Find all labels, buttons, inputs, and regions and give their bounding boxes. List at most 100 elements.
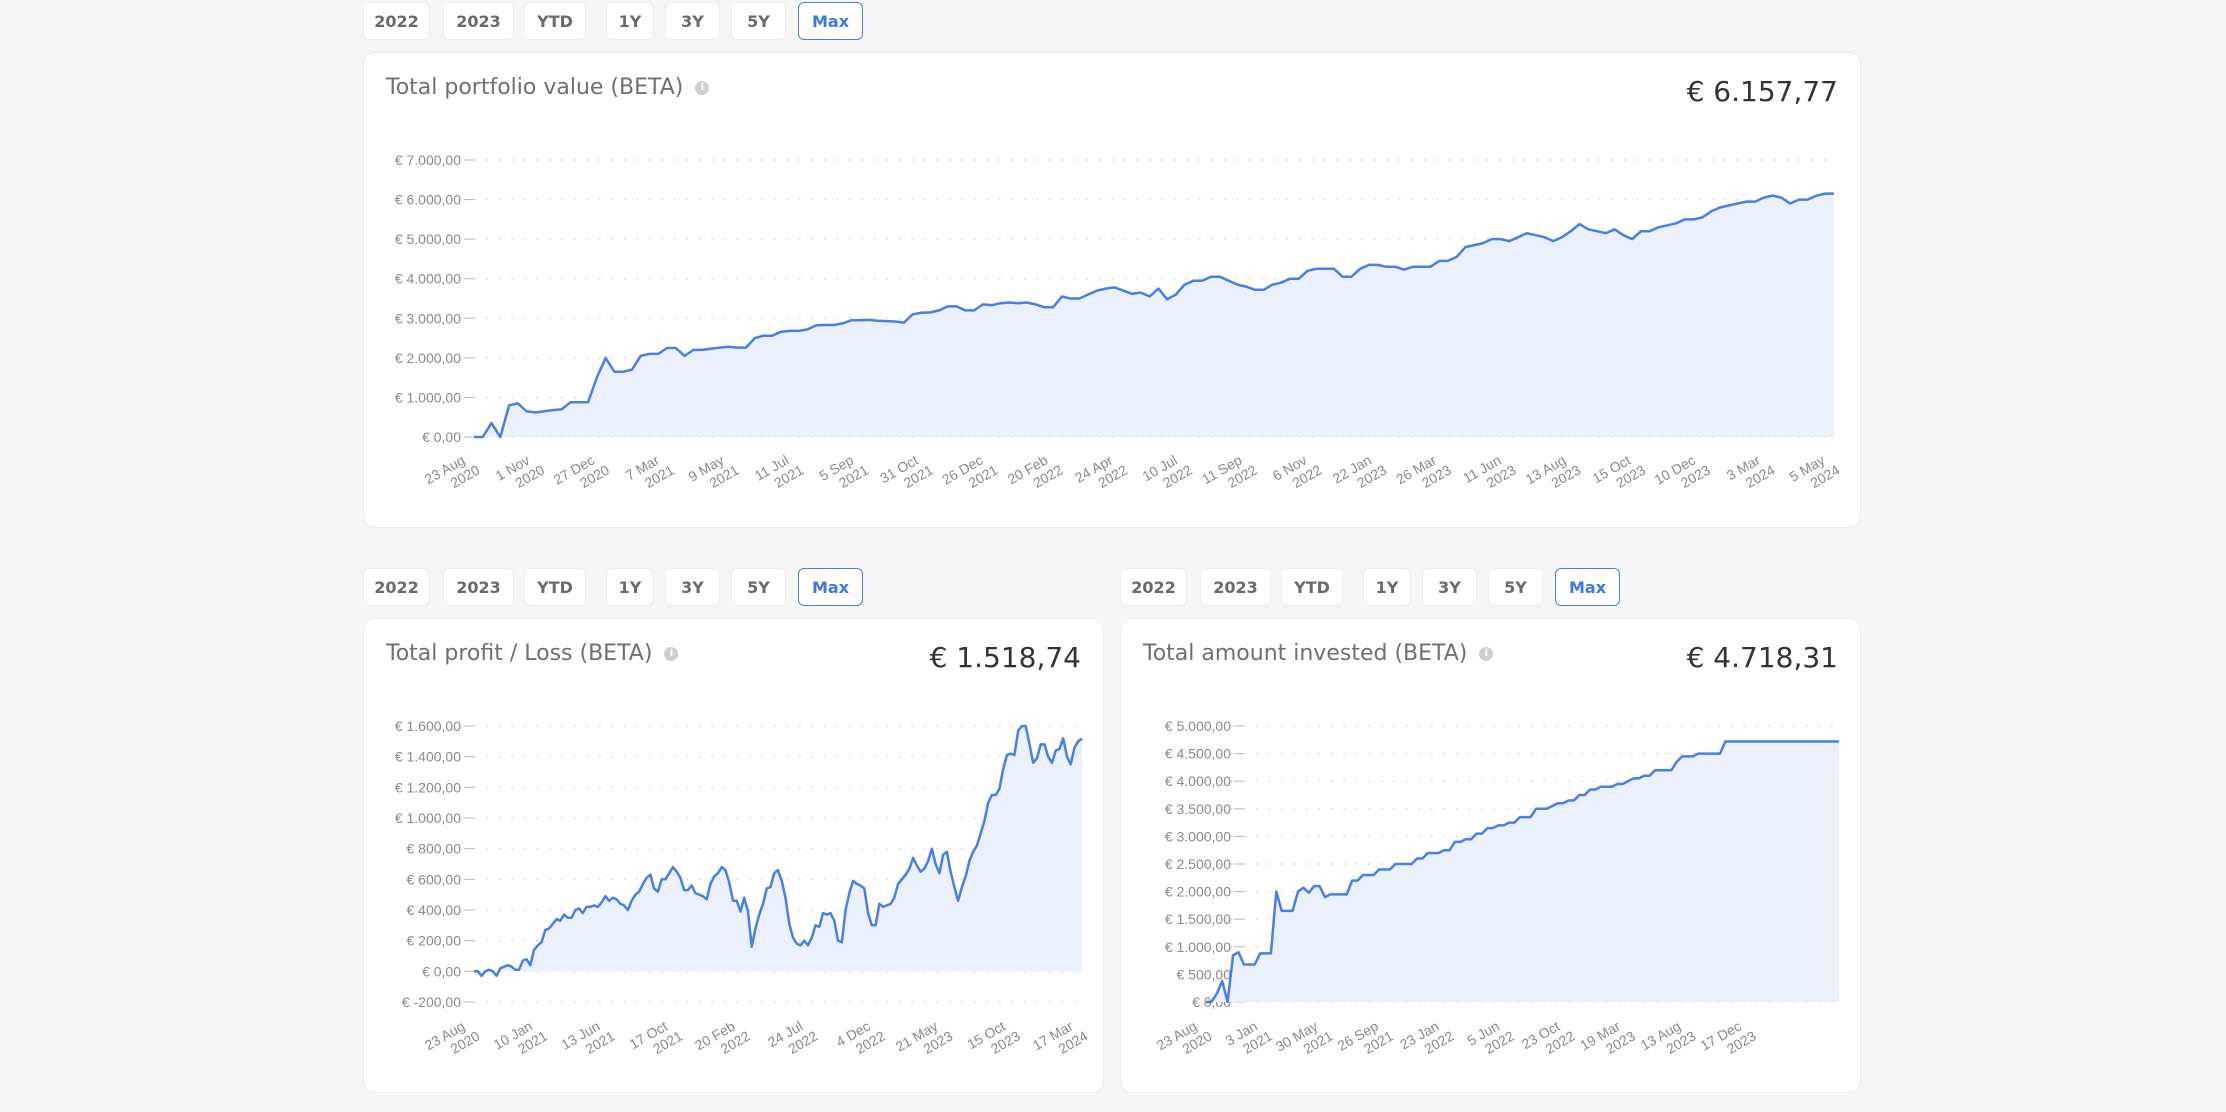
- y-tick-label: € 3.000,00: [1165, 828, 1231, 844]
- x-tick-label: 23 Aug2020: [1154, 1018, 1215, 1057]
- x-tick-label: 5 Jun2022: [1464, 1018, 1517, 1057]
- x-tick-label: 1 Nov2020: [493, 452, 548, 491]
- range-button-ytd[interactable]: YTD: [524, 568, 586, 606]
- y-tick-label: € 2.000,00: [1165, 884, 1231, 900]
- series-area: [474, 726, 1082, 976]
- y-tick-label: € 500,00: [1177, 966, 1232, 982]
- x-tick-label: 23 Oct2022: [1519, 1018, 1578, 1057]
- x-tick-label: 3 Jan2021: [1222, 1018, 1275, 1057]
- y-tick-label: € 800,00: [407, 841, 462, 857]
- x-tick-label: 31 Oct2021: [877, 452, 936, 491]
- x-tick-label: 24 Jul2022: [765, 1018, 820, 1057]
- series-area: [474, 193, 1834, 437]
- y-tick-label: € 2.500,00: [1165, 856, 1231, 872]
- y-tick-label: € 600,00: [407, 871, 462, 887]
- range-button-1y[interactable]: 1Y: [606, 2, 654, 40]
- y-tick-label: € 1.200,00: [395, 779, 461, 795]
- x-tick-label: 13 Jun2021: [558, 1018, 618, 1057]
- range-button-5y[interactable]: 5Y: [731, 2, 786, 40]
- x-tick-label: 26 Mar2023: [1393, 452, 1454, 491]
- y-tick-label: € 5.000,00: [1165, 718, 1231, 734]
- x-tick-label: 19 Mar2023: [1577, 1018, 1638, 1057]
- x-tick-label: 3 Mar2024: [1724, 452, 1778, 491]
- x-tick-label: 9 May2021: [686, 452, 742, 491]
- y-tick-label: € 1.600,00: [395, 718, 461, 734]
- range-button-3y[interactable]: 3Y: [665, 568, 720, 606]
- x-tick-label: 10 Jan2021: [491, 1018, 551, 1057]
- range-button-max[interactable]: Max: [798, 2, 863, 40]
- y-tick-label: € 5.000,00: [395, 231, 461, 247]
- range-button-ytd[interactable]: YTD: [1281, 568, 1343, 606]
- y-tick-label: € 1.400,00: [395, 749, 461, 765]
- y-tick-label: € 4.000,00: [1165, 773, 1231, 789]
- y-tick-label: € 0,00: [422, 429, 461, 445]
- y-tick-label: € 200,00: [407, 933, 462, 949]
- x-tick-label: 26 Sep2021: [1335, 1018, 1397, 1057]
- x-tick-label: 17 Dec2023: [1697, 1018, 1759, 1057]
- range-button-2022[interactable]: 2022: [1120, 568, 1187, 606]
- range-button-max[interactable]: Max: [798, 568, 863, 606]
- x-tick-label: 5 May2024: [1786, 452, 1842, 491]
- y-tick-label: € 3.000,00: [395, 310, 461, 326]
- portfolio-chart: € 0,00 € 1.000,00 € 2.000,00 € 3.000,00 € 4.…: [395, 152, 1843, 491]
- x-tick-label: 11 Jun2023: [1460, 452, 1519, 491]
- x-tick-label: 7 Mar2021: [623, 452, 677, 491]
- y-tick-label: € 0,00: [422, 963, 461, 979]
- x-tick-label: 27 Dec2020: [551, 452, 613, 491]
- x-tick-label: 20 Feb2022: [692, 1018, 753, 1057]
- y-tick-label: € 6.000,00: [395, 192, 461, 208]
- x-tick-label: 20 Feb2022: [1005, 452, 1066, 491]
- x-tick-label: 11 Sep2022: [1199, 452, 1260, 491]
- x-tick-label: 11 Jul2021: [752, 452, 807, 491]
- range-button-2023[interactable]: 2023: [1200, 568, 1271, 606]
- y-tick-label: € 4.500,00: [1165, 746, 1231, 762]
- x-tick-label: 13 Aug2023: [1638, 1018, 1699, 1057]
- range-button-1y[interactable]: 1Y: [1363, 568, 1411, 606]
- y-tick-label: € 1.000,00: [395, 810, 461, 826]
- x-tick-label: 23 Jan2022: [1397, 1018, 1457, 1057]
- x-tick-label: 15 Oct2023: [1589, 452, 1648, 491]
- profit-loss-card: Total profit / Loss (BETA) i € 1.518,74 …: [363, 618, 1104, 1093]
- invested-chart: € 0,00€ 500,00€ 1.000,00€ 1.500,00€ 2.00…: [1154, 718, 1839, 1057]
- y-tick-label: € 4.000,00: [395, 271, 461, 287]
- x-tick-label: 10 Jul2022: [1140, 452, 1195, 491]
- y-tick-label: € 1.000,00: [1165, 939, 1231, 955]
- range-button-ytd[interactable]: YTD: [524, 2, 586, 40]
- x-tick-label: 15 Oct2023: [964, 1018, 1023, 1057]
- range-button-2022[interactable]: 2022: [363, 568, 430, 606]
- range-button-max[interactable]: Max: [1555, 568, 1620, 606]
- x-tick-label: 23 Aug2020: [422, 452, 483, 491]
- x-tick-label: 13 Aug2023: [1523, 452, 1584, 491]
- profit-chart: € -200,00 € 0,00 € 200,00 € 400,00 € 600,00 €…: [395, 718, 1091, 1057]
- x-tick-label: 17 Oct2021: [626, 1018, 685, 1057]
- y-tick-label: € 1.500,00: [1165, 911, 1231, 927]
- amount-invested-card: Total amount invested (BETA) i € 4.718,3…: [1120, 618, 1861, 1093]
- y-tick-label: € 1.000,00: [395, 389, 461, 405]
- range-button-3y[interactable]: 3Y: [665, 2, 720, 40]
- x-tick-label: 24 Apr2022: [1072, 452, 1130, 491]
- x-tick-label: 6 Nov2022: [1270, 452, 1325, 491]
- range-button-2023[interactable]: 2023: [443, 2, 514, 40]
- x-tick-label: 23 Aug2020: [422, 1018, 483, 1057]
- x-tick-label: 22 Jan2023: [1330, 452, 1390, 491]
- x-tick-label: 10 Dec2023: [1652, 452, 1714, 491]
- x-tick-label: 30 May2021: [1273, 1018, 1336, 1057]
- y-tick-label: € 7.000,00: [395, 152, 461, 168]
- range-button-3y[interactable]: 3Y: [1422, 568, 1477, 606]
- x-tick-label: 5 Sep2021: [816, 452, 871, 491]
- y-tick-label: € 3.500,00: [1165, 801, 1231, 817]
- range-button-1y[interactable]: 1Y: [606, 568, 654, 606]
- y-tick-label: € 400,00: [407, 902, 462, 918]
- x-tick-label: 4 Dec2022: [833, 1018, 888, 1057]
- portfolio-value-card: Total portfolio value (BETA) i € 6.157,7…: [363, 52, 1861, 528]
- series-area: [1206, 741, 1839, 1002]
- x-tick-label: 21 May2023: [893, 1018, 956, 1057]
- range-button-5y[interactable]: 5Y: [731, 568, 786, 606]
- y-tick-label: € -200,00: [402, 994, 461, 1010]
- x-tick-label: 26 Dec2021: [939, 452, 1001, 491]
- range-button-2022[interactable]: 2022: [363, 2, 430, 40]
- range-button-5y[interactable]: 5Y: [1488, 568, 1543, 606]
- range-button-2023[interactable]: 2023: [443, 568, 514, 606]
- x-tick-label: 17 Mar2024: [1030, 1018, 1091, 1057]
- y-tick-label: € 2.000,00: [395, 350, 461, 366]
